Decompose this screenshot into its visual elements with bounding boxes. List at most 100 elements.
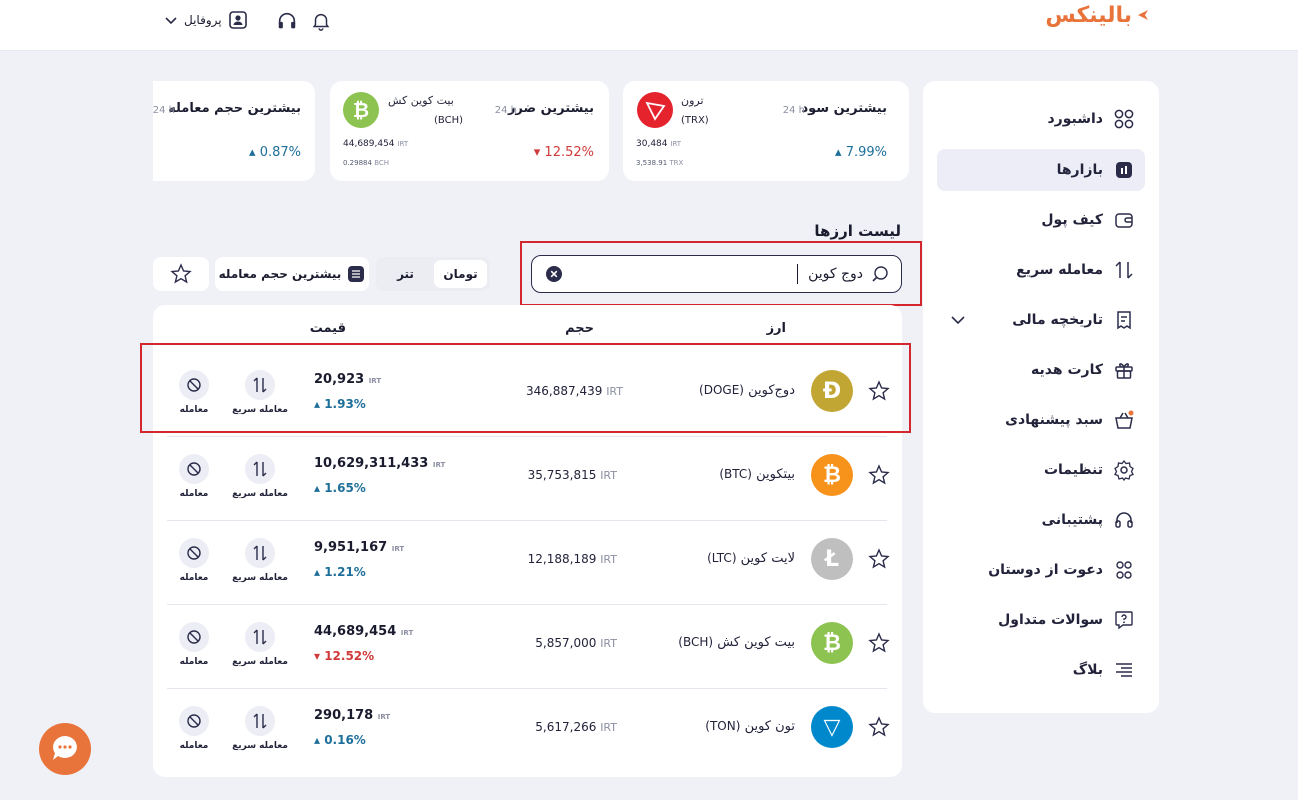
quick-trade-button[interactable] [245, 454, 275, 484]
down-arrow-icon: ▾ [533, 145, 545, 160]
up-arrow-icon: ▴ [835, 145, 846, 160]
top-bar: بالینکس پروفایل [0, 0, 1298, 51]
sidebar-item-history[interactable]: تاریخچه مالی [937, 299, 1145, 341]
table-row[interactable]: Ł (LTC) لایت کوین 12,188,189 IRT 9,951,167 … [167, 520, 890, 604]
swap-icon [253, 461, 267, 477]
sidebar-item-quick-trade[interactable]: معامله سریع [937, 249, 1145, 291]
trade-label: معامله [179, 573, 209, 583]
star-icon[interactable] [868, 632, 890, 654]
sidebar-item-markets[interactable]: بازارها [937, 149, 1145, 191]
trade-label: معامله [179, 741, 209, 751]
card-top-volume[interactable]: بیشترین حجم معامله 24 h ▴ 0.87% [153, 81, 315, 181]
trade-label: معامله [179, 489, 209, 499]
trade-button[interactable] [179, 454, 209, 484]
profile-label: پروفایل [184, 13, 222, 27]
logo[interactable]: بالینکس [1045, 3, 1132, 28]
search-highlight-box [520, 241, 922, 306]
currency-toggle: تومان تتر [376, 257, 490, 291]
receipt-icon [1117, 311, 1131, 330]
card-title: بیشترین ضرر [507, 101, 594, 116]
sort-button[interactable]: بیشترین حجم معامله [215, 257, 369, 291]
sidebar-item-dashboard[interactable]: داشبورد [937, 98, 1145, 140]
swap-icon [1115, 261, 1133, 279]
sidebar-item-label: تنظیمات [1043, 462, 1103, 478]
chat-button[interactable] [39, 723, 91, 775]
coin-name: (LTC) لایت کوین [707, 551, 795, 566]
ban-icon [187, 462, 201, 476]
tron-coin-icon [637, 92, 673, 128]
quick-trade-button[interactable] [245, 706, 275, 736]
logo-mark-icon [1138, 10, 1148, 20]
trade-label: معامله [179, 657, 209, 667]
sidebar-item-settings[interactable]: تنظیمات [937, 449, 1145, 491]
table-row[interactable]: ₿ (BTC) بیتکوین 35,753,815 IRT 10,629,311,4… [167, 436, 890, 520]
card-sub-value: 0.29884 BCH [343, 159, 390, 167]
sidebar-item-faq[interactable]: سوالات متداول [937, 599, 1145, 641]
star-icon[interactable] [868, 548, 890, 570]
trade-button[interactable] [179, 622, 209, 652]
price-value: 10,629,311,433 IRT [314, 456, 446, 471]
swap-icon [253, 545, 267, 561]
coin-title: تون کوین [744, 719, 795, 734]
quick-trade-label: معامله سریع [232, 573, 288, 583]
sidebar-item-label: سوالات متداول [998, 612, 1103, 628]
card-change: ▾ 12.52% [533, 145, 594, 160]
row-highlight-box [140, 343, 911, 433]
column-header-price: قیمت [309, 321, 346, 336]
swap-icon [253, 713, 267, 729]
price-value: 9,951,167 IRT [314, 540, 405, 555]
user-icon [228, 11, 247, 29]
sidebar-item-label: کیف پول [1041, 212, 1103, 228]
down-arrow-icon: ▾ [314, 649, 325, 663]
wallet-icon [1115, 213, 1133, 228]
card-top-gainer[interactable]: بیشترین سود 24 h ▴ 7.99% ترون (TRX) 30,4… [623, 81, 909, 181]
chevron-down-icon[interactable] [949, 311, 967, 329]
sidebar-item-gift-card[interactable]: کارت هدیه [937, 349, 1145, 391]
quick-trade-button[interactable] [245, 622, 275, 652]
change-value: ▴ 0.16% [314, 733, 366, 747]
sidebar-item-basket[interactable]: سبد پیشنهادی [937, 399, 1145, 441]
sidebar: داشبورد بازارها کیف پول معامله سریع تاری… [923, 81, 1159, 713]
card-top-loser[interactable]: بیشترین ضرر 24 h ▾ 12.52% ₿ بیت کوین کش … [330, 81, 609, 181]
ltc-coin-icon: Ł [811, 538, 853, 580]
quick-trade-label: معامله سریع [232, 489, 288, 499]
star-icon[interactable] [868, 716, 890, 738]
coin-symbol: (BTC) [719, 467, 752, 481]
up-arrow-icon: ▴ [314, 481, 325, 495]
card-period: 24 h [494, 105, 517, 116]
chart-icon [1116, 162, 1132, 178]
table-row[interactable]: ₿ (BCH) بیت کوین کش 5,857,000 IRT 44,689,45… [167, 604, 890, 688]
sidebar-item-blog[interactable]: بلاگ [937, 649, 1145, 691]
trade-button[interactable] [179, 706, 209, 736]
trade-button[interactable] [179, 538, 209, 568]
quick-trade-label: معامله سریع [232, 741, 288, 751]
sidebar-item-invite[interactable]: دعوت از دوستان [937, 549, 1145, 591]
tab-toman[interactable]: تومان [434, 260, 487, 288]
sidebar-item-support[interactable]: پشتیبانی [937, 499, 1145, 541]
favorites-button[interactable] [153, 257, 209, 291]
star-icon[interactable] [868, 464, 890, 486]
sidebar-item-label: بلاگ [1072, 662, 1103, 678]
quick-trade-button[interactable] [245, 538, 275, 568]
up-arrow-icon: ▴ [314, 565, 325, 579]
coin-title: لایت کوین [740, 551, 795, 566]
column-header-volume: حجم [565, 321, 594, 336]
column-header-asset: ارز [766, 321, 786, 336]
ban-icon [187, 630, 201, 644]
bch-coin-icon: ₿ [343, 92, 379, 128]
list-icon [1116, 663, 1132, 677]
sidebar-item-wallet[interactable]: کیف پول [937, 199, 1145, 241]
bell-icon[interactable] [310, 10, 332, 32]
volume-value: 5,617,266 IRT [535, 720, 617, 734]
table-row[interactable]: ▽ (TON) تون کوین 5,617,266 IRT 290,178 IRT ▴… [167, 688, 890, 772]
sort-label: بیشترین حجم معامله [218, 267, 342, 281]
card-change: ▴ 0.87% [249, 145, 301, 160]
price-value: 44,689,454 IRT [314, 624, 414, 639]
gear-icon [1114, 459, 1134, 481]
headphones-icon[interactable] [276, 10, 298, 32]
sidebar-item-label: بازارها [1056, 162, 1103, 178]
tab-tether[interactable]: تتر [379, 260, 432, 288]
sidebar-item-label: کارت هدیه [1031, 362, 1103, 378]
sidebar-item-label: سبد پیشنهادی [1005, 412, 1103, 428]
profile-menu[interactable]: پروفایل [164, 9, 248, 31]
